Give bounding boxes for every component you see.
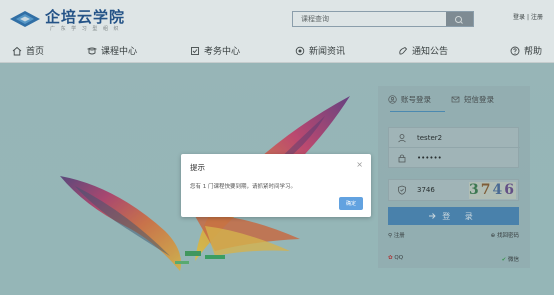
dialog-title: 提示 [190,163,205,172]
confirm-button[interactable]: 确定 [339,197,363,210]
page: 企培云学院 广 东 学 习 型 组 织 登录|注册 首页 课程中心 [0,0,554,295]
dialog-message: 您有 1 门课程快要到期，请抓紧时间学习。 [190,184,296,190]
modal-overlay[interactable] [0,0,554,295]
close-icon[interactable]: × [356,160,363,169]
notice-dialog: 提示 × 您有 1 门课程快要到期，请抓紧时间学习。 确定 [181,154,371,217]
